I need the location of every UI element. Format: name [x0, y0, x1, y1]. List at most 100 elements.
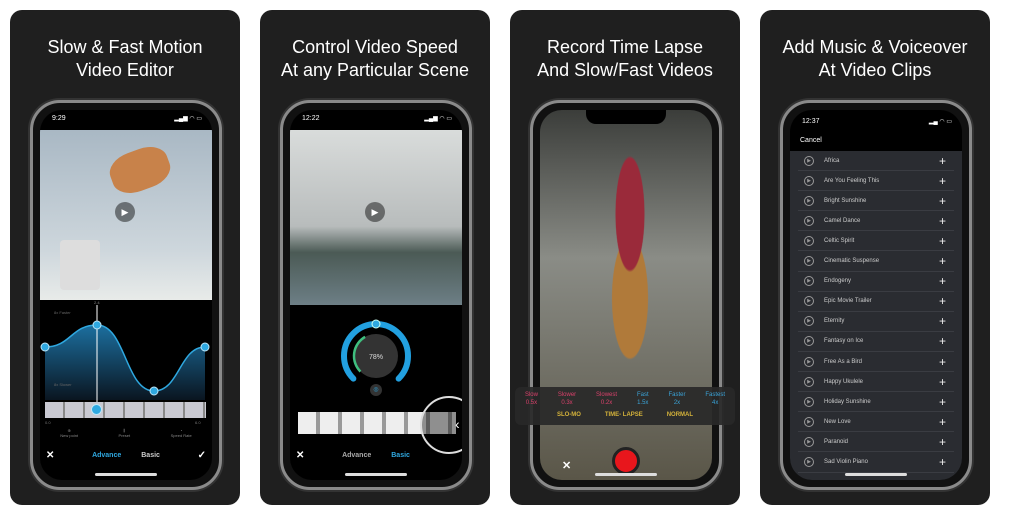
tab-basic[interactable]: Basic — [391, 452, 410, 459]
play-circle-icon[interactable]: ▶ — [804, 195, 814, 206]
mode-normal[interactable]: NORMAL — [667, 411, 693, 419]
speed-option[interactable]: Slower 0.3x — [558, 391, 576, 407]
mode-time-lapse[interactable]: TIME- LAPSE — [605, 411, 643, 419]
record-button[interactable] — [612, 447, 640, 475]
song-row[interactable]: ▶ Happy Ukulele + — [798, 372, 954, 393]
play-circle-icon[interactable]: ▶ — [804, 416, 814, 427]
add-icon[interactable]: + — [939, 455, 946, 469]
add-icon[interactable]: + — [939, 395, 946, 409]
close-icon[interactable]: ✕ — [562, 459, 571, 472]
mode-slo-mo[interactable]: SLO-MO — [557, 411, 581, 419]
speed-rate-button[interactable]: ◔ Speed Rate — [171, 428, 192, 438]
add-icon[interactable]: + — [939, 334, 946, 348]
play-circle-icon[interactable]: ▶ — [804, 276, 814, 287]
screenshot-control-speed: Control Video Speed At any Particular Sce… — [260, 10, 490, 505]
video-preview[interactable]: ▶ — [40, 130, 212, 300]
speed-option[interactable]: Fast 1.5x — [637, 391, 649, 407]
speed-option[interactable]: Slowest 0.2x — [596, 391, 617, 407]
speed-point[interactable] — [149, 386, 159, 396]
play-circle-icon[interactable]: ▶ — [804, 175, 814, 186]
speed-point[interactable] — [200, 342, 210, 352]
time-marker: 2.4 — [94, 300, 100, 305]
video-preview[interactable]: ▶ — [290, 130, 462, 305]
cat-image — [104, 140, 176, 200]
title-line-1: Control Video Speed — [292, 37, 458, 57]
add-icon[interactable]: + — [939, 234, 946, 248]
play-circle-icon[interactable]: ▶ — [804, 376, 814, 387]
add-icon[interactable]: + — [939, 154, 946, 168]
play-circle-icon[interactable]: ▶ — [804, 316, 814, 327]
song-title: Paranoid — [824, 438, 849, 445]
add-icon[interactable]: + — [939, 174, 946, 188]
add-icon[interactable]: + — [939, 375, 946, 389]
song-row[interactable]: ▶ Cinematic Suspense + — [798, 252, 954, 272]
play-circle-icon[interactable]: ▶ — [804, 235, 814, 246]
cup-image — [60, 240, 100, 290]
song-row[interactable]: ▶ Sad Violin Piano + — [798, 453, 954, 473]
play-circle-icon[interactable]: ▶ — [804, 215, 814, 226]
playhead-handle[interactable] — [91, 404, 102, 415]
cancel-button[interactable]: Cancel — [800, 137, 822, 144]
play-circle-icon[interactable]: ▶ — [804, 256, 814, 266]
song-row[interactable]: ▶ Epic Movie Trailer + — [798, 292, 954, 312]
play-circle-icon[interactable]: ▶ — [804, 396, 814, 407]
song-row[interactable]: ▶ Eternity + — [798, 312, 954, 332]
song-row[interactable]: ▶ Celtic Spirit + — [798, 231, 954, 252]
status-time: 9:29 — [52, 115, 66, 122]
add-icon[interactable]: + — [939, 435, 946, 449]
song-row[interactable]: ▶ Holiday Sunshine + — [798, 392, 954, 413]
close-icon[interactable]: ✕ — [296, 450, 304, 461]
song-row[interactable]: ▶ New Love + — [798, 412, 954, 433]
new-point-button[interactable]: ⊕ New point — [60, 428, 78, 438]
title-line-2: And Slow/Fast Videos — [537, 60, 713, 80]
add-icon[interactable]: + — [939, 254, 946, 268]
status-icons: ▂▄▆ ◠ ▭ — [424, 116, 452, 122]
status-time: 12:22 — [302, 115, 320, 122]
song-row[interactable]: ▶ Camel Dance + — [798, 211, 954, 232]
top-label: 8x Faster — [54, 310, 71, 315]
close-icon[interactable]: ✕ — [46, 450, 54, 461]
speed-point[interactable] — [92, 320, 102, 330]
magnifier-trim-handle[interactable]: ‹ — [420, 396, 462, 454]
preset-button[interactable]: ⫼ Preset — [119, 428, 131, 438]
title-line-2: At any Particular Scene — [280, 60, 470, 80]
song-title: Free As a Bird — [824, 358, 863, 365]
add-icon[interactable]: + — [939, 314, 946, 328]
add-icon[interactable]: + — [939, 415, 946, 429]
speed-point[interactable] — [40, 342, 50, 352]
play-circle-icon[interactable]: ▶ — [804, 296, 814, 307]
song-row[interactable]: ▶ Are You Feeling This + — [798, 171, 954, 192]
tab-basic[interactable]: Basic — [141, 452, 160, 459]
song-row[interactable]: ▶ Free As a Bird + — [798, 352, 954, 372]
add-icon[interactable]: + — [939, 294, 946, 308]
play-circle-icon[interactable]: ▶ — [804, 155, 814, 166]
speed-option[interactable]: Fastest 4x — [705, 391, 725, 407]
song-row[interactable]: ▶ Africa + — [798, 151, 954, 171]
tab-advance[interactable]: Advance — [342, 452, 371, 459]
play-circle-icon[interactable]: ▶ — [804, 436, 814, 447]
play-circle-icon[interactable]: ▶ — [804, 336, 814, 347]
play-icon[interactable]: ▶ — [365, 202, 385, 222]
add-icon[interactable]: + — [939, 355, 946, 369]
add-icon[interactable]: + — [939, 214, 946, 228]
song-row[interactable]: ▶ Endogeny + — [798, 272, 954, 292]
reset-icon[interactable]: ◎ — [370, 384, 382, 396]
song-row[interactable]: ▶ Fantasy on Ice + — [798, 332, 954, 352]
speed-option[interactable]: Slow 0.5x — [525, 391, 538, 407]
play-circle-icon[interactable]: ▶ — [804, 356, 814, 367]
speed-option[interactable]: Faster 2x — [668, 391, 685, 407]
song-title: Holiday Sunshine — [824, 398, 871, 405]
song-title: Are You Feeling This — [824, 177, 880, 184]
thumbnail-strip[interactable] — [45, 402, 206, 418]
play-circle-icon[interactable]: ▶ — [804, 457, 814, 467]
checkmark-icon[interactable]: ✓ — [198, 450, 206, 461]
tab-advance[interactable]: Advance — [92, 452, 121, 459]
song-row[interactable]: ▶ Paranoid + — [798, 432, 954, 453]
song-row[interactable]: ▶ Bright Sunshine + — [798, 191, 954, 212]
song-title: Epic Movie Trailer — [824, 298, 872, 305]
add-icon[interactable]: + — [939, 274, 946, 288]
add-icon[interactable]: + — [939, 194, 946, 208]
song-title: Celtic Spirit — [824, 237, 855, 244]
play-icon[interactable]: ▶ — [115, 202, 135, 222]
song-title: Fantasy on Ice — [824, 338, 864, 345]
